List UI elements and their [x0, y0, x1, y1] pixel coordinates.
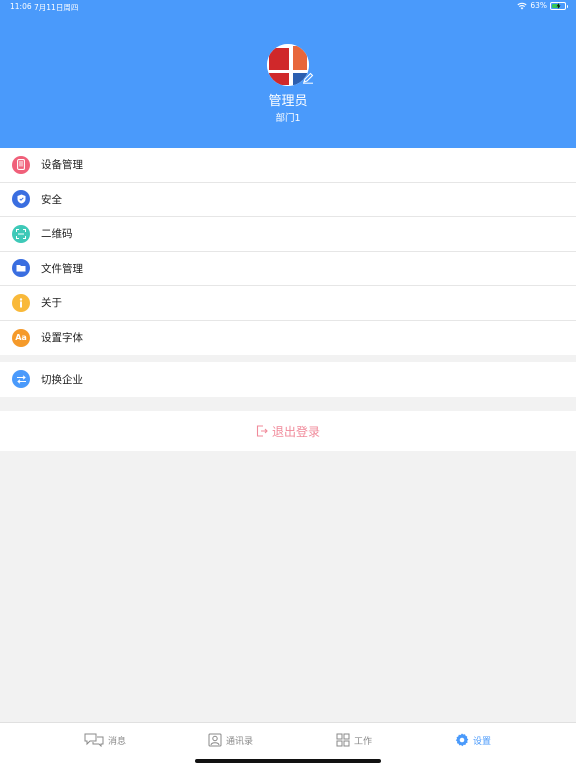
- contacts-icon: [208, 733, 222, 747]
- battery-percent: 63%: [530, 1, 547, 10]
- menu-label: 文件管理: [41, 262, 83, 275]
- menu-label: 切换企业: [41, 373, 83, 386]
- menu-item-device-management[interactable]: 设备管理: [0, 148, 576, 183]
- logout-icon: [256, 425, 268, 437]
- status-right: 63%: [517, 1, 568, 10]
- status-bar: 11:06 7月11日周四 63%: [0, 0, 576, 14]
- gear-icon: [455, 733, 469, 747]
- menu-label: 关于: [41, 297, 62, 310]
- menu-item-about[interactable]: 关于: [0, 286, 576, 321]
- logout-button[interactable]: 退出登录: [0, 411, 576, 451]
- menu-label: 安全: [41, 193, 62, 206]
- profile-header: 11:06 7月11日周四 63% 管理员 部门1: [0, 0, 576, 148]
- font-icon: Aa: [12, 328, 30, 347]
- battery-icon: [550, 1, 568, 10]
- status-time: 11:06: [10, 2, 32, 11]
- switch-icon: [12, 370, 30, 389]
- charging-icon: [556, 2, 560, 9]
- grid-icon: [336, 733, 350, 747]
- tab-settings[interactable]: 设置: [455, 733, 491, 747]
- menu-item-switch-enterprise[interactable]: 切换企业: [0, 362, 576, 397]
- shield-icon: [12, 190, 30, 209]
- settings-menu: 设备管理 安全 二维码 文件管理 关于 Aa 设置字体: [0, 148, 576, 355]
- menu-label: 二维码: [41, 228, 73, 241]
- edit-avatar-icon[interactable]: [302, 72, 314, 84]
- menu-label: 设置字体: [41, 332, 83, 345]
- menu-item-file-management[interactable]: 文件管理: [0, 252, 576, 286]
- profile-department: 部门1: [275, 113, 301, 124]
- tab-messages[interactable]: 消息: [84, 733, 126, 747]
- menu-item-font-settings[interactable]: Aa 设置字体: [0, 321, 576, 356]
- menu-item-security[interactable]: 安全: [0, 183, 576, 217]
- tab-label: 设置: [473, 736, 492, 747]
- tab-label: 工作: [354, 736, 373, 747]
- tab-label: 消息: [108, 736, 127, 747]
- folder-icon: [12, 259, 30, 278]
- enterprise-menu: 切换企业: [0, 362, 576, 397]
- tab-label: 通讯录: [226, 736, 254, 747]
- qr-scan-icon: [12, 224, 30, 243]
- home-indicator: [195, 759, 381, 763]
- tab-work[interactable]: 工作: [336, 733, 372, 747]
- screen: 11:06 7月11日周四 63% 管理员 部门1 设备管理 安全 二维码 文件…: [0, 0, 576, 768]
- menu-item-qr-code[interactable]: 二维码: [0, 217, 576, 252]
- wifi-icon: [517, 2, 527, 9]
- status-date: 7月11日周四: [34, 3, 79, 12]
- info-icon: [12, 293, 30, 312]
- tab-contacts[interactable]: 通讯录: [208, 733, 253, 747]
- logout-label: 退出登录: [271, 424, 320, 439]
- profile-name: 管理员: [268, 94, 308, 109]
- message-icon: [84, 733, 104, 747]
- menu-label: 设备管理: [41, 159, 83, 172]
- phone-icon: [12, 155, 30, 174]
